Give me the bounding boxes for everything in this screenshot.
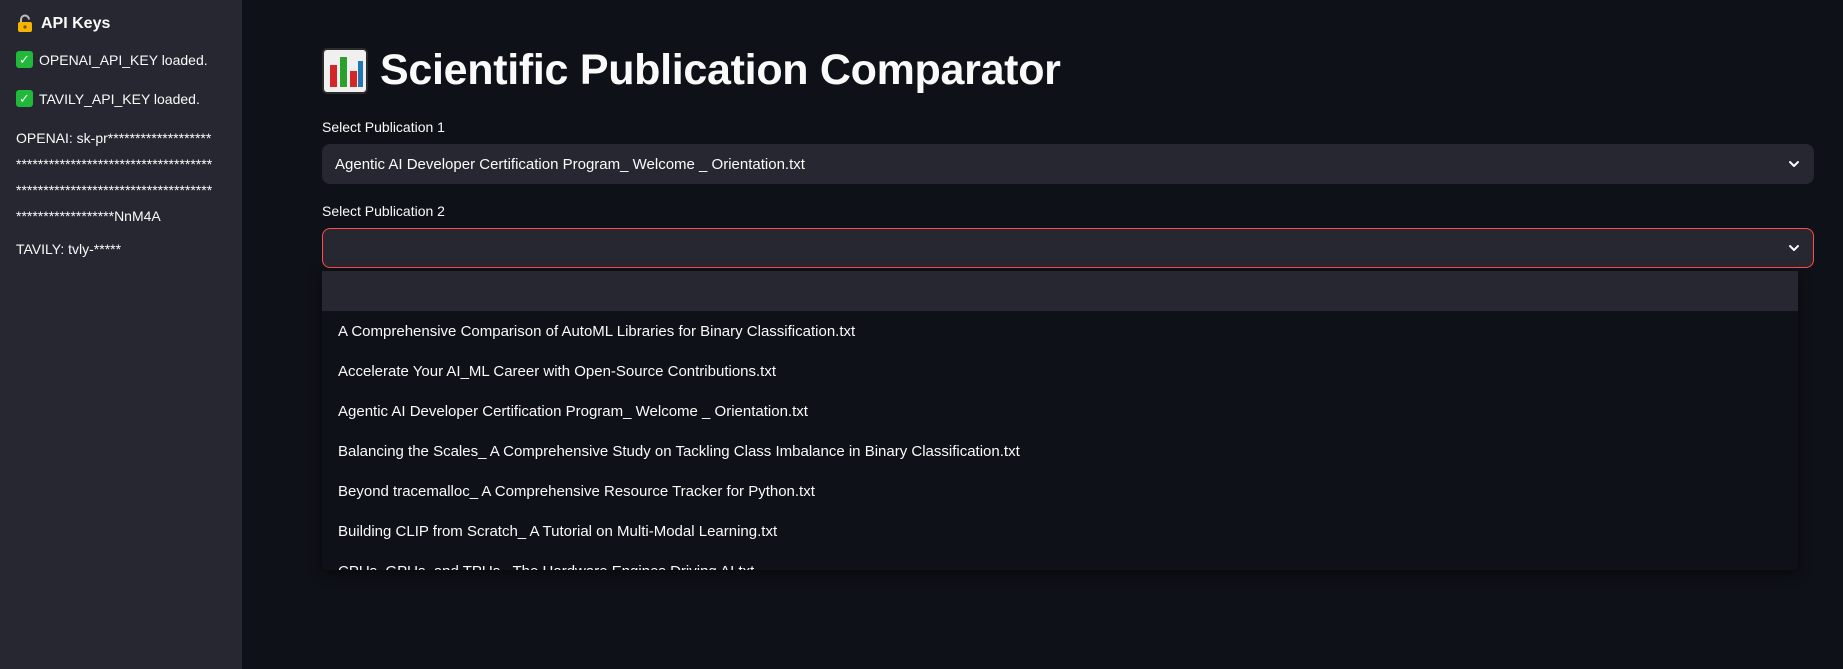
page-title: Scientific Publication Comparator (322, 46, 1814, 95)
dropdown-option[interactable]: Accelerate Your AI_ML Career with Open-S… (322, 351, 1798, 391)
sidebar-title: API Keys (16, 14, 226, 33)
dropdown-option[interactable] (322, 271, 1798, 311)
select1-label: Select Publication 1 (322, 119, 445, 135)
status-tavily: ✓ TAVILY_API_KEY loaded. (16, 90, 226, 107)
tavily-key-text: TAVILY: tvly-***** (16, 241, 122, 257)
check-icon: ✓ (16, 51, 33, 68)
chevron-down-icon (1789, 245, 1799, 251)
main-content: Scientific Publication Comparator Select… (322, 0, 1814, 570)
dropdown-option[interactable]: Beyond tracemalloc_ A Comprehensive Reso… (322, 471, 1798, 511)
check-icon: ✓ (16, 90, 33, 107)
dropdown-option[interactable]: A Comprehensive Comparison of AutoML Lib… (322, 311, 1798, 351)
chevron-down-icon (1789, 161, 1799, 167)
openai-key-text: OPENAI: sk-pr***************************… (16, 130, 213, 224)
select2-label: Select Publication 2 (322, 203, 445, 219)
bar-chart-icon (322, 47, 368, 94)
publication-1-select[interactable]: Agentic AI Developer Certification Progr… (322, 144, 1814, 184)
page-title-text: Scientific Publication Comparator (380, 46, 1061, 94)
status-tavily-text: TAVILY_API_KEY loaded. (39, 90, 200, 107)
publication-2-dropdown: A Comprehensive Comparison of AutoML Lib… (322, 271, 1798, 570)
dropdown-option[interactable]: Balancing the Scales_ A Comprehensive St… (322, 431, 1798, 471)
status-openai: ✓ OPENAI_API_KEY loaded. (16, 51, 226, 68)
status-openai-text: OPENAI_API_KEY loaded. (39, 51, 208, 68)
dropdown-option[interactable]: Building CLIP from Scratch_ A Tutorial o… (322, 511, 1798, 551)
publication-2-select[interactable] (322, 228, 1814, 268)
lock-icon (16, 14, 35, 33)
sidebar: API Keys ✓ OPENAI_API_KEY loaded. ✓ TAVI… (0, 0, 242, 669)
dropdown-option[interactable]: Agentic AI Developer Certification Progr… (322, 391, 1798, 431)
sidebar-title-text: API Keys (41, 14, 111, 32)
publication-1-value: Agentic AI Developer Certification Progr… (335, 155, 805, 173)
dropdown-option[interactable]: CPUs, GPUs, and TPUs_ The Hardware Engin… (322, 551, 1798, 571)
